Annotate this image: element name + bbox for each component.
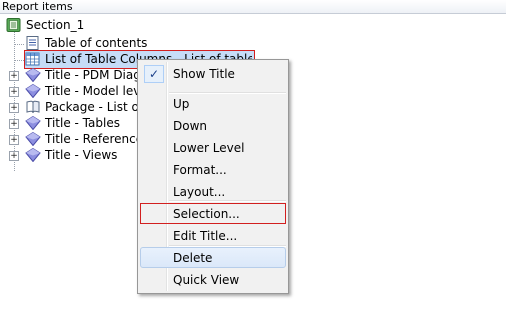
expand-toggle[interactable]: + [9, 87, 19, 97]
context-menu: ✓ Show Title Up Down Lower Level Format.… [137, 59, 289, 294]
tree-line [14, 60, 24, 61]
menu-item-down[interactable]: Down [140, 116, 286, 136]
gem-icon [25, 68, 41, 82]
gem-icon [25, 116, 41, 130]
menu-item-lower-level[interactable]: Lower Level [140, 138, 286, 158]
menu-item-label: Delete [173, 251, 213, 265]
tree-item-label: Title - References [45, 132, 150, 146]
tree-item-title-tables[interactable]: Title - Tables [25, 115, 145, 131]
tree-item-label: Table of contents [45, 36, 148, 50]
gem-icon [25, 148, 41, 162]
menu-item-label: Up [173, 97, 190, 111]
menu-item-layout[interactable]: Layout... [140, 182, 286, 202]
tree-item-title-pdm-diagrams[interactable]: Title - PDM Diagrams [25, 67, 171, 83]
expand-toggle[interactable]: + [9, 119, 19, 129]
menu-item-label: Lower Level [173, 141, 245, 155]
check-icon: ✓ [144, 65, 164, 83]
tree-item-label: Title - Tables [45, 116, 120, 130]
expand-toggle[interactable]: + [9, 103, 19, 113]
expand-toggle[interactable]: + [9, 135, 19, 145]
expand-toggle[interactable]: + [9, 151, 19, 161]
tree-item-title-views[interactable]: Title - Views [25, 147, 145, 163]
tree-item-label: Section_1 [26, 18, 85, 32]
document-icon [26, 36, 39, 50]
panel-header: Report items [0, 0, 506, 14]
expand-toggle[interactable]: + [9, 71, 19, 81]
menu-item-up[interactable]: Up [140, 94, 286, 114]
tree-item-table-of-contents[interactable]: Table of contents [25, 35, 148, 51]
menu-item-label: Layout... [173, 185, 226, 199]
menu-item-label: Down [173, 119, 208, 133]
gem-icon [25, 132, 41, 146]
table-list-icon [25, 52, 40, 66]
menu-item-label: Format... [173, 163, 227, 177]
section-icon [6, 18, 21, 32]
menu-item-edit-title[interactable]: Edit Title... [140, 226, 286, 246]
tree-item-label: Title - Views [45, 148, 118, 162]
package-book-icon [26, 100, 40, 114]
menu-separator [169, 200, 286, 202]
tree-line [14, 44, 24, 45]
menu-item-label: Quick View [173, 273, 240, 287]
menu-item-label: Edit Title... [173, 229, 238, 243]
tree-item-title-references[interactable]: Title - References [25, 131, 149, 147]
tree-root-section[interactable]: Section_1 [6, 17, 126, 33]
menu-item-delete[interactable]: Delete [140, 247, 286, 268]
menu-item-quick-view[interactable]: Quick View [140, 270, 286, 290]
report-items-panel: Report items Section_1 Table of contents… [0, 0, 506, 324]
tree-item-package-list[interactable]: Package - List of ob [25, 99, 162, 115]
menu-item-label: Selection... [173, 207, 240, 221]
gem-icon [25, 84, 41, 98]
menu-item-selection[interactable]: Selection... [140, 203, 286, 224]
menu-item-label: Show Title [173, 67, 235, 81]
tree-item-title-model-level[interactable]: Title - Model level ob [25, 83, 170, 99]
menu-item-format[interactable]: Format... [140, 160, 286, 180]
tree-line [14, 31, 15, 171]
menu-item-show-title[interactable]: ✓ Show Title [140, 64, 286, 84]
